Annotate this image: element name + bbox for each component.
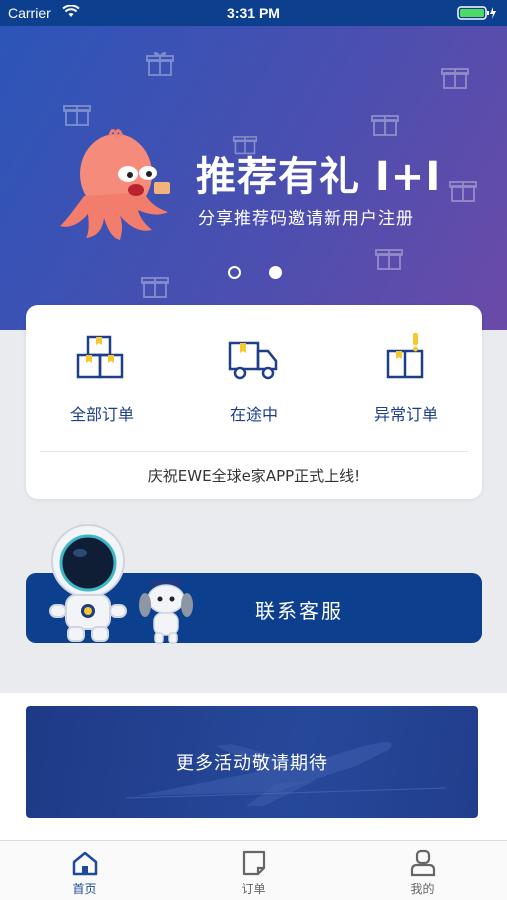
all-orders-button[interactable]: 全部订单: [26, 305, 178, 451]
order-icon: [242, 850, 265, 876]
abnormal-orders-label: 异常订单: [373, 405, 438, 424]
robot-dog-mascot: [139, 579, 193, 644]
announcement-text[interactable]: 庆祝EWE全球e家APP正式上线!: [40, 451, 468, 486]
carousel-dot[interactable]: [228, 266, 241, 279]
carousel-indicator[interactable]: [228, 266, 282, 279]
all-orders-label: 全部订单: [69, 405, 134, 424]
banner-title: 推荐有礼 I+I: [196, 154, 442, 200]
carousel-dot-active[interactable]: [269, 266, 282, 279]
in-transit-button[interactable]: 在途中: [178, 305, 330, 451]
tab-home[interactable]: 首页: [0, 841, 169, 900]
banner-subtitle: 分享推荐码邀请新用户注册: [198, 209, 414, 229]
home-icon: [72, 851, 97, 876]
order-card: 全部订单 在途中 异常订单 庆祝EWE全球e家APP正式上线!: [26, 305, 482, 499]
more-activities-banner[interactable]: 更多活动敬请期待: [26, 706, 478, 818]
gift-icon: [375, 249, 403, 270]
astronaut-mascot: [49, 524, 127, 642]
more-activities-label: 更多活动敬请期待: [176, 753, 328, 774]
gift-icon: [146, 52, 174, 76]
tab-profile[interactable]: 我的: [338, 841, 507, 900]
gift-icon: [449, 181, 477, 202]
truck-icon: [228, 341, 278, 380]
gift-icon: [63, 105, 91, 126]
gift-icon: [141, 277, 169, 298]
boxes-icon: [76, 335, 124, 379]
tab-orders[interactable]: 订单: [169, 841, 338, 900]
alert-box-icon: [386, 333, 424, 379]
status-bar: Carrier 3:31 PM: [0, 0, 507, 26]
battery-icon: [457, 6, 497, 23]
gift-icon: [371, 115, 399, 136]
tab-orders-label: 订单: [241, 882, 266, 896]
tab-profile-label: 我的: [410, 882, 435, 896]
profile-icon: [410, 849, 435, 877]
abnormal-orders-button[interactable]: 异常订单: [330, 305, 482, 451]
tab-home-label: 首页: [72, 882, 97, 896]
promo-banner[interactable]: 推荐有礼 I+I 分享推荐码邀请新用户注册: [0, 26, 507, 330]
gift-icon: [441, 68, 469, 89]
clock: 3:31 PM: [227, 5, 280, 21]
octopus-mascot: [60, 129, 170, 240]
in-transit-label: 在途中: [229, 405, 278, 424]
tab-bar: 首页 订单 我的: [0, 840, 507, 900]
